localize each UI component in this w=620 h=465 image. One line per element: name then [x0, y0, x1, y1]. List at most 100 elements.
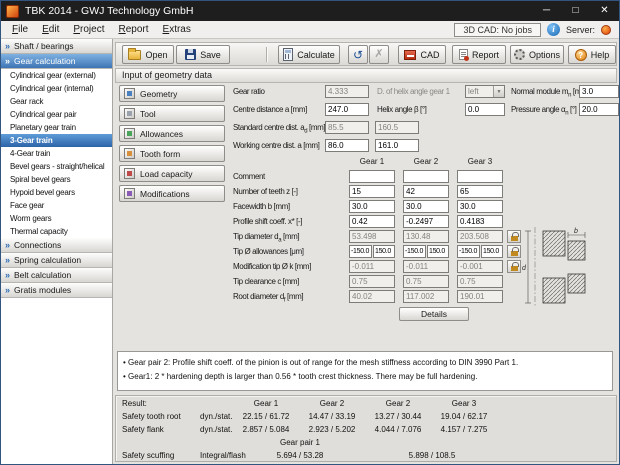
comment-gear2-field[interactable] — [403, 170, 449, 183]
tip-allowance-gear2-lower-field[interactable] — [403, 245, 426, 258]
save-button[interactable]: Save — [176, 45, 230, 64]
tool-button[interactable]: Tool — [119, 105, 225, 122]
sidebar-section-gratis-modules[interactable]: Gratis modules — [1, 283, 112, 298]
sidebar-item-3-gear-train[interactable]: 3-Gear train — [1, 134, 112, 147]
sidebar-item-cylindrical-gear-pair[interactable]: Cylindrical gear pair — [1, 108, 112, 121]
server-label: Server: — [565, 24, 595, 35]
tip-allowances-lock-button[interactable] — [507, 245, 521, 258]
normal-module-field[interactable] — [579, 85, 619, 98]
teeth-gear1-field[interactable] — [349, 185, 395, 198]
tip-diameter-gear1-field — [349, 230, 395, 243]
geometry-button[interactable]: Geometry — [119, 85, 225, 102]
teeth-gear3-field[interactable] — [457, 185, 503, 198]
close-button[interactable]: ✕ — [590, 1, 619, 21]
comment-gear3-field[interactable] — [457, 170, 503, 183]
sidebar-item-face-gear[interactable]: Face gear — [1, 199, 112, 212]
tip-diameter-lock-button[interactable] — [507, 230, 521, 243]
menubar-right: 3D CAD: No jobs i Server: — [454, 22, 615, 37]
facewidth-gear3-field[interactable] — [457, 200, 503, 213]
facewidth-gear2-field[interactable] — [403, 200, 449, 213]
standard-centre-1-field — [325, 121, 369, 134]
sidebar-item-4-gear-train[interactable]: 4-Gear train — [1, 147, 112, 160]
sidebar-section-connections[interactable]: Connections — [1, 238, 112, 253]
gear2-column-header: Gear 2 — [413, 157, 439, 166]
help-button[interactable]: Help — [568, 45, 616, 64]
undo-button[interactable] — [348, 45, 368, 64]
menu-file[interactable]: File — [5, 22, 35, 37]
tooth-form-button[interactable]: Tooth form — [119, 145, 225, 162]
safety-flank-sub: dyn./stat. — [200, 425, 233, 434]
sidebar-section-belt-calculation[interactable]: Belt calculation — [1, 268, 112, 283]
sidebar-section-spring-calculation[interactable]: Spring calculation — [1, 253, 112, 268]
sidebar-section-label: Gratis modules — [14, 285, 72, 295]
result-value: 4.157 / 7.275 — [440, 425, 488, 434]
helix-angle-field[interactable] — [465, 103, 505, 116]
options-button[interactable]: Options — [510, 45, 564, 64]
profile-shift-gear1-field[interactable] — [349, 215, 395, 228]
sidebar-item-cylindrical-gear-internal[interactable]: Cylindrical gear (internal) — [1, 82, 112, 95]
sidebar-item-thermal-capacity[interactable]: Thermal capacity — [1, 225, 112, 238]
sidebar-item-worm-gears[interactable]: Worm gears — [1, 212, 112, 225]
calculate-button[interactable]: Calculate — [278, 45, 340, 64]
load-capacity-button[interactable]: Load capacity — [119, 165, 225, 182]
safety-flank-label: Safety flank — [122, 425, 164, 434]
report-button[interactable]: Report — [452, 45, 506, 64]
open-button[interactable]: Open — [122, 45, 174, 64]
results-col-gear1: Gear 1 — [253, 399, 279, 408]
profile-shift-gear2-field[interactable] — [403, 215, 449, 228]
sidebar-item-bevel-gears[interactable]: Bevel gears - straight/helical — [1, 160, 112, 173]
working-centre-1-field[interactable] — [325, 139, 369, 152]
tip-allowance-gear2-upper-field[interactable] — [427, 245, 449, 258]
facewidth-gear1-field[interactable] — [349, 200, 395, 213]
sidebar-item-spiral-bevel-gears[interactable]: Spiral bevel gears — [1, 173, 112, 186]
modifications-button[interactable]: Modifications — [119, 185, 225, 202]
tip-allowance-gear3-lower-field[interactable] — [457, 245, 480, 258]
tip-allowance-gear1-upper-field[interactable] — [373, 245, 395, 258]
menu-project[interactable]: Project — [66, 22, 111, 37]
comment-gear1-field[interactable] — [349, 170, 395, 183]
menu-report[interactable]: Report — [111, 22, 155, 37]
modification-gear2-field — [403, 260, 449, 273]
minimize-button[interactable]: ─ — [532, 1, 561, 21]
standard-centre-2-field — [375, 121, 419, 134]
menu-extras[interactable]: Extras — [156, 22, 198, 37]
redo-button[interactable] — [369, 45, 389, 64]
helix-direction-dropdown: left — [465, 85, 505, 98]
tip-allowance-gear3-upper-field[interactable] — [481, 245, 503, 258]
working-centre-2-field[interactable] — [375, 139, 419, 152]
details-button[interactable]: Details — [399, 307, 469, 321]
cad-button[interactable]: CAD — [398, 45, 446, 64]
safety-scuffing-label: Safety scuffing — [122, 451, 175, 460]
sidebar-item-planetary-gear-train[interactable]: Planetary gear train — [1, 121, 112, 134]
result-value: 14.47 / 33.19 — [308, 412, 356, 421]
gear1-column-header: Gear 1 — [359, 157, 385, 166]
helix-direction-label: D. of helix angle gear 1 — [377, 87, 450, 96]
modification-gear1-field — [349, 260, 395, 273]
teeth-gear2-field[interactable] — [403, 185, 449, 198]
chevron-icon — [5, 255, 10, 265]
modification-lock-button[interactable] — [507, 260, 521, 273]
centre-distance-label: Centre distance a [mm] — [233, 105, 307, 114]
menubar: File Edit Project Report Extras 3D CAD: … — [1, 21, 619, 39]
lock-icon — [510, 262, 519, 271]
sidebar-section-gear-calculation[interactable]: Gear calculation — [1, 54, 112, 69]
centre-distance-field[interactable] — [325, 103, 369, 116]
undo-icon — [353, 49, 363, 61]
result-value: 19.04 / 62.17 — [440, 412, 488, 421]
sidebar-section-shaft-bearings[interactable]: Shaft / bearings — [1, 39, 112, 54]
allowances-button[interactable]: Allowances — [119, 125, 225, 142]
chevron-down-icon — [493, 86, 504, 97]
profile-shift-gear3-field[interactable] — [457, 215, 503, 228]
tip-allowance-gear1-lower-field[interactable] — [349, 245, 372, 258]
root-diameter-gear3-field — [457, 290, 503, 303]
sidebar-item-hypoid-bevel-gears[interactable]: Hypoid bevel gears — [1, 186, 112, 199]
maximize-button[interactable]: □ — [561, 1, 590, 21]
menu-edit[interactable]: Edit — [35, 22, 66, 37]
tip-diameter-gear3-field — [457, 230, 503, 243]
sidebar-item-gear-rack[interactable]: Gear rack — [1, 95, 112, 108]
sidebar: Shaft / bearings Gear calculation Cylind… — [1, 39, 113, 464]
facewidth-label: Facewidth b [mm] — [233, 202, 290, 211]
sidebar-item-cylindrical-gear-external[interactable]: Cylindrical gear (external) — [1, 69, 112, 82]
info-icon[interactable]: i — [546, 23, 560, 36]
pressure-angle-field[interactable] — [579, 103, 619, 116]
